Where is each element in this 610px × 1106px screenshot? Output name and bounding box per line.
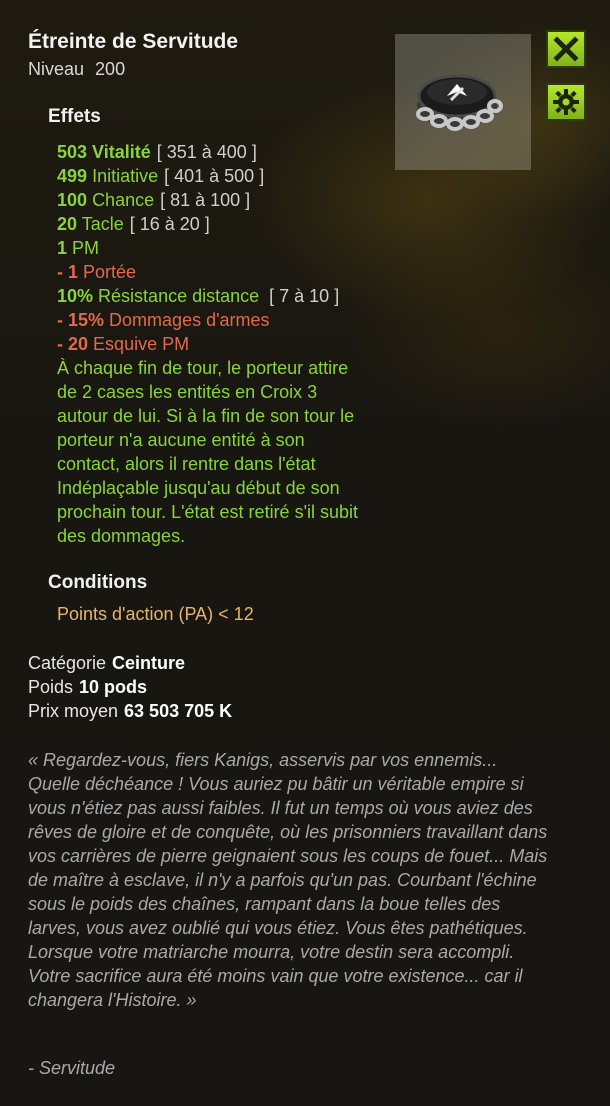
close-icon [553,36,579,62]
effect-value: - 20 [57,334,89,354]
effect-description: À chaque fin de tour, le porteur attire … [57,358,359,546]
category-value: Ceinture [112,653,186,673]
weight-row: Poids 10 pods [28,677,147,698]
category-label: Catégorie [28,653,107,673]
level-value: 200 [95,59,126,79]
effect-line: 503 Vitalité[ 351 à 400 ] [57,140,367,164]
effect-value: 1 [57,238,68,258]
effect-line: - 1 Portée [57,260,367,284]
effect-label: Esquive PM [93,334,190,354]
effects-list: 503 Vitalité[ 351 à 400 ] 499 Initiative… [57,140,367,548]
item-image-frame [395,34,531,170]
effect-label: Tacle [81,214,124,234]
lore-signature: - Servitude [28,1058,116,1078]
effect-line: 10% Résistance distance [ 7 à 10 ] [57,284,367,308]
effect-line: - 20 Esquive PM [57,332,367,356]
effect-value: 10% [57,286,94,306]
effect-label: Portée [83,262,137,282]
effect-value: 499 [57,166,88,186]
effect-value: - 15% [57,310,105,330]
condition-text: Points d'action (PA) < 12 [57,604,254,624]
effect-label: Dommages d'armes [109,310,270,330]
effect-range: [ 7 à 10 ] [269,286,340,306]
weight-value: 10 pods [79,677,148,697]
conditions-heading: Conditions [48,572,148,593]
effect-range: [ 401 à 500 ] [164,166,265,186]
effect-range: [ 16 à 20 ] [129,214,210,234]
effect-line: 499 Initiative[ 401 à 500 ] [57,164,367,188]
effects-heading: Effets [48,106,101,127]
effect-value: - 1 [57,262,79,282]
effect-value: 100 [57,190,88,210]
effect-range: [ 351 à 400 ] [156,142,257,162]
item-name: Étreinte de Servitude [28,30,239,53]
effect-value: 503 Vitalité [57,142,151,162]
price-value: 63 503 705 K [124,701,233,721]
price-row: Prix moyen 63 503 705 K [28,701,232,722]
effect-line: 100 Chance[ 81 à 100 ] [57,188,367,212]
item-level: Niveau 200 [28,59,125,80]
price-label: Prix moyen [28,701,119,721]
belt-chain-icon [416,74,503,131]
lore-text: « Regardez-vous, fiers Kanigs, asservis … [28,750,548,1010]
effect-label: PM [72,238,100,258]
settings-button[interactable] [546,83,586,121]
gear-icon [553,89,579,115]
effect-line: 1 PM [57,236,367,260]
effect-label: Chance [92,190,155,210]
effect-label: Initiative [92,166,159,186]
effect-range: [ 81 à 100 ] [160,190,251,210]
effect-line: 20 Tacle[ 16 à 20 ] [57,212,367,236]
close-button[interactable] [546,30,586,68]
category-row: Catégorie Ceinture [28,653,185,674]
weight-label: Poids [28,677,74,697]
effect-line: - 15% Dommages d'armes [57,308,367,332]
level-label: Niveau [28,59,85,79]
effect-value: 20 [57,214,78,234]
effect-label: Résistance distance [98,286,260,306]
